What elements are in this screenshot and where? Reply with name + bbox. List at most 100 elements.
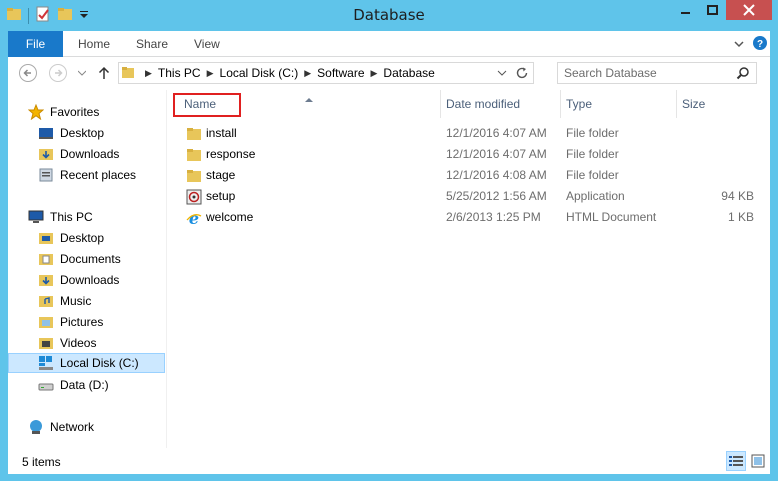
pane-divider[interactable] (166, 90, 167, 448)
folder-icon (186, 168, 202, 184)
breadcrumb-separator-icon[interactable]: ▶ (371, 68, 378, 79)
window-title: Database (353, 6, 425, 24)
large-icons-view-button[interactable] (748, 451, 768, 471)
nav-favorites-downloads[interactable]: Downloads (38, 144, 119, 164)
breadcrumb-separator-icon[interactable]: ▶ (207, 68, 214, 79)
nav-item-label: Videos (60, 336, 97, 350)
folder-icon (186, 126, 202, 142)
column-header-date[interactable]: Date modified (440, 90, 560, 118)
tab-share[interactable]: Share (136, 31, 168, 57)
search-placeholder: Search Database (564, 66, 657, 80)
nav-this-pc-documents[interactable]: Documents (38, 249, 121, 269)
title-bar: Database (0, 0, 778, 31)
internet-explorer-icon: e (186, 210, 202, 226)
minimize-button[interactable] (672, 0, 699, 20)
nav-favorites[interactable]: Favorites (28, 102, 99, 122)
nav-network[interactable]: Network (28, 417, 94, 437)
nav-favorites-recent-places[interactable]: Recent places (38, 165, 136, 185)
svg-text:e: e (189, 210, 199, 226)
file-row[interactable]: e welcome 2/6/2013 1:25 PM HTML Document… (178, 207, 770, 228)
column-header-type[interactable]: Type (560, 90, 676, 118)
file-list: Name Date modified Type Size install 12/… (178, 90, 770, 448)
details-view-button[interactable] (726, 451, 746, 471)
content-area: Favorites Desktop Downloads Recent place… (8, 90, 770, 448)
address-bar[interactable]: ▶ This PC ▶ Local Disk (C:) ▶ Software ▶… (118, 62, 534, 84)
address-row: ▶ This PC ▶ Local Disk (C:) ▶ Software ▶… (8, 57, 770, 90)
view-toggle (726, 451, 768, 471)
nav-item-label: Desktop (60, 231, 105, 245)
file-name: setup (206, 189, 236, 203)
svg-text:?: ? (757, 39, 763, 50)
file-row[interactable]: setup 5/25/2012 1:56 AM Application 94 K… (178, 186, 770, 207)
folder-icon (121, 65, 135, 82)
breadcrumb-database[interactable]: Database (383, 66, 434, 80)
tab-home[interactable]: Home (78, 31, 110, 57)
maximize-button[interactable] (699, 0, 726, 20)
navigation-pane: Favorites Desktop Downloads Recent place… (8, 90, 165, 448)
nav-item-label: Pictures (60, 315, 104, 329)
file-name-cell: e welcome (186, 207, 253, 228)
nav-favorites-label: Favorites (50, 105, 100, 119)
file-name: response (206, 147, 256, 161)
downloads-folder-icon (38, 146, 54, 162)
file-row[interactable]: stage 12/1/2016 4:08 AM File folder (178, 165, 770, 186)
breadcrumb-separator-icon[interactable]: ▶ (145, 68, 152, 79)
breadcrumb-software[interactable]: Software (317, 66, 364, 80)
documents-folder-icon (38, 251, 54, 267)
nav-this-pc-label: This PC (50, 210, 93, 224)
column-header-size[interactable]: Size (676, 90, 756, 118)
desktop-icon (38, 125, 54, 141)
up-button[interactable] (94, 63, 114, 83)
search-icon[interactable] (736, 66, 750, 83)
file-type: Application (566, 189, 625, 203)
file-date: 12/1/2016 4:07 AM (446, 147, 547, 161)
setup-highlight-box (173, 93, 241, 117)
nav-this-pc[interactable]: This PC (28, 207, 93, 227)
file-name: welcome (206, 210, 254, 224)
nav-this-pc-data-drive[interactable]: Data (D:) (38, 375, 109, 395)
file-date: 2/6/2013 1:25 PM (446, 210, 541, 224)
recent-locations-icon[interactable] (76, 63, 88, 83)
ribbon-right-controls: ? (734, 35, 768, 54)
file-size (680, 123, 754, 144)
refresh-icon[interactable] (515, 66, 529, 83)
chevron-down-icon[interactable] (734, 38, 744, 52)
search-input[interactable]: Search Database (557, 62, 757, 84)
computer-icon (28, 209, 44, 225)
nav-this-pc-music[interactable]: Music (38, 291, 91, 311)
network-icon (28, 419, 44, 435)
address-dropdown-icon[interactable] (497, 66, 507, 83)
file-row[interactable]: response 12/1/2016 4:07 AM File folder (178, 144, 770, 165)
desktop-folder-icon (38, 230, 54, 246)
forward-button[interactable] (48, 63, 68, 83)
breadcrumb-separator-icon[interactable]: ▶ (304, 68, 311, 79)
file-name-cell: stage (186, 165, 235, 186)
back-button[interactable] (18, 63, 38, 83)
nav-this-pc-desktop[interactable]: Desktop (38, 228, 104, 248)
breadcrumb-this-pc[interactable]: This PC (158, 66, 201, 80)
nav-item-label: Documents (60, 252, 121, 266)
nav-this-pc-local-disk[interactable]: Local Disk (C:) (8, 353, 165, 373)
file-size (680, 165, 754, 186)
help-icon[interactable]: ? (752, 35, 768, 54)
close-button[interactable] (726, 0, 772, 20)
nav-this-pc-videos[interactable]: Videos (38, 333, 96, 353)
file-type: File folder (566, 147, 619, 161)
tab-view[interactable]: View (194, 31, 220, 57)
pictures-folder-icon (38, 314, 54, 330)
file-name-cell: response (186, 144, 255, 165)
nav-item-label: Downloads (60, 273, 120, 287)
file-name-cell: setup (186, 186, 235, 207)
folder-icon (186, 147, 202, 163)
nav-this-pc-pictures[interactable]: Pictures (38, 312, 103, 332)
application-icon (186, 189, 202, 205)
nav-this-pc-downloads[interactable]: Downloads (38, 270, 119, 290)
breadcrumb-local-disk[interactable]: Local Disk (C:) (220, 66, 299, 80)
nav-item-label: Local Disk (C:) (60, 356, 139, 370)
recent-places-icon (38, 167, 54, 183)
nav-item-label: Desktop (60, 126, 105, 140)
nav-network-label: Network (50, 420, 95, 434)
nav-favorites-desktop[interactable]: Desktop (38, 123, 104, 143)
file-row[interactable]: install 12/1/2016 4:07 AM File folder (178, 123, 770, 144)
tab-file[interactable]: File (8, 31, 63, 57)
